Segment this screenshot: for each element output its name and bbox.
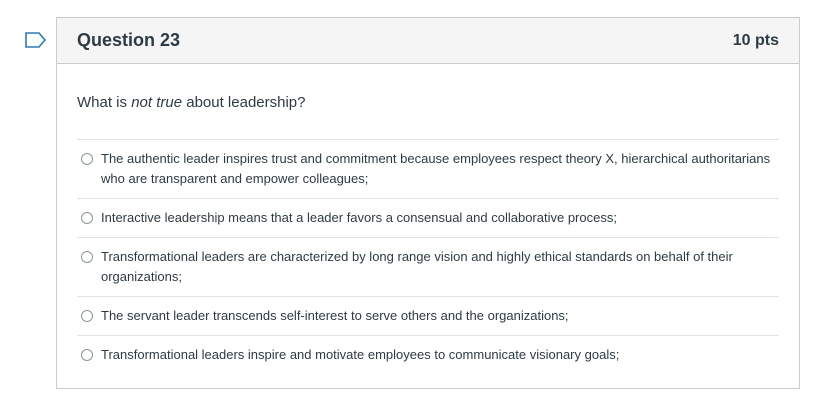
answer-label: Transformational leaders inspire and mot…	[101, 347, 620, 362]
answer-label: The authentic leader inspires trust and …	[101, 151, 771, 186]
answer-label: The servant leader transcends self-inter…	[101, 308, 569, 323]
question-header: Question 23 10 pts	[57, 18, 799, 64]
radio-button[interactable]	[81, 251, 93, 263]
answer-option-2[interactable]: Interactive leadership means that a lead…	[77, 199, 779, 238]
answer-label: Transformational leaders are characteriz…	[101, 249, 733, 284]
question-prompt-start: What is	[77, 94, 132, 111]
answer-option-4[interactable]: The servant leader transcends self-inter…	[77, 297, 779, 336]
question-prompt-emphasis: not true	[131, 94, 183, 111]
radio-button[interactable]	[81, 349, 93, 361]
answer-list: The authentic leader inspires trust and …	[77, 139, 779, 374]
question-body: What is not true about leadership? The a…	[57, 64, 799, 374]
radio-button[interactable]	[81, 310, 93, 322]
question-card: Question 23 10 pts What is not true abou…	[56, 17, 800, 389]
question-title: Question 23	[77, 30, 181, 50]
answer-option-5[interactable]: Transformational leaders inspire and mot…	[77, 336, 779, 374]
answer-option-3[interactable]: Transformational leaders are characteriz…	[77, 238, 779, 297]
answer-label: Interactive leadership means that a lead…	[101, 210, 617, 225]
answer-option-1[interactable]: The authentic leader inspires trust and …	[77, 140, 779, 199]
question-prompt: What is not true about leadership?	[77, 94, 779, 112]
question-points: 10 pts	[732, 31, 779, 49]
radio-button[interactable]	[81, 153, 93, 165]
flag-question-icon[interactable]	[25, 32, 47, 48]
question-prompt-end: about leadership?	[182, 94, 306, 111]
radio-button[interactable]	[81, 212, 93, 224]
